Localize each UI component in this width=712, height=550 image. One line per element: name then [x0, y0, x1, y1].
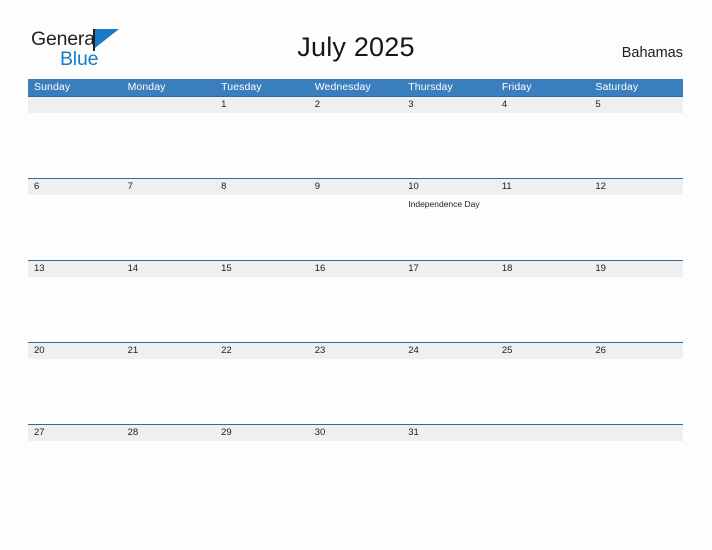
day-event[interactable] — [496, 359, 590, 424]
calendar-grid: Sunday Monday Tuesday Wednesday Thursday… — [28, 79, 683, 506]
day-number[interactable]: 4 — [496, 97, 590, 113]
day-event[interactable] — [309, 277, 403, 342]
day-event[interactable] — [496, 195, 590, 260]
day-event[interactable] — [215, 113, 309, 178]
day-event[interactable] — [28, 441, 122, 506]
weekday-header-sunday: Sunday — [34, 81, 71, 93]
weekday-header-saturday: Saturday — [595, 81, 639, 93]
day-number[interactable]: 14 — [122, 261, 216, 277]
day-event[interactable] — [589, 195, 683, 260]
week-day-number-band: 13 14 15 16 17 18 19 — [28, 261, 683, 277]
day-event[interactable] — [309, 441, 403, 506]
day-event[interactable] — [589, 277, 683, 342]
day-event[interactable] — [215, 441, 309, 506]
weekday-header-friday: Friday — [501, 81, 532, 93]
day-event[interactable] — [28, 359, 122, 424]
day-event[interactable] — [122, 359, 216, 424]
day-number[interactable]: 5 — [589, 97, 683, 113]
day-event[interactable] — [309, 359, 403, 424]
day-event[interactable] — [496, 113, 590, 178]
day-number[interactable]: 22 — [215, 343, 309, 359]
day-event[interactable] — [309, 195, 403, 260]
day-number[interactable]: 7 — [122, 179, 216, 195]
day-event[interactable] — [589, 113, 683, 178]
day-event[interactable] — [122, 277, 216, 342]
day-event[interactable] — [402, 359, 496, 424]
weekday-header-monday: Monday — [127, 81, 166, 93]
calendar-week-row: 27 28 29 30 31 — [28, 424, 683, 506]
day-number[interactable]: 30 — [309, 425, 403, 441]
day-number[interactable]: 10 — [402, 179, 496, 195]
day-number[interactable]: 17 — [402, 261, 496, 277]
day-event[interactable] — [28, 195, 122, 260]
day-event[interactable] — [215, 359, 309, 424]
country-label: Bahamas — [621, 45, 683, 61]
day-event[interactable] — [402, 113, 496, 178]
week-day-number-band: 1 2 3 4 5 — [28, 97, 683, 113]
day-number[interactable] — [122, 97, 216, 113]
day-number[interactable]: 6 — [28, 179, 122, 195]
day-number[interactable]: 25 — [496, 343, 590, 359]
day-number[interactable]: 8 — [215, 179, 309, 195]
day-number[interactable]: 31 — [402, 425, 496, 441]
day-event[interactable] — [589, 359, 683, 424]
day-number[interactable]: 16 — [309, 261, 403, 277]
day-event-independence-day[interactable]: Independence Day — [402, 195, 496, 260]
week-day-number-band: 27 28 29 30 31 — [28, 425, 683, 441]
day-number[interactable]: 27 — [28, 425, 122, 441]
weekday-header-row: Sunday Monday Tuesday Wednesday Thursday… — [28, 79, 683, 96]
week-day-number-band: 20 21 22 23 24 25 26 — [28, 343, 683, 359]
page-title: July 2025 — [297, 32, 415, 62]
calendar-week-row: 1 2 3 4 5 — [28, 96, 683, 178]
day-number[interactable]: 9 — [309, 179, 403, 195]
day-event[interactable] — [28, 277, 122, 342]
day-number[interactable]: 29 — [215, 425, 309, 441]
day-event[interactable] — [28, 113, 122, 178]
week-event-band — [28, 113, 683, 178]
week-event-band: Independence Day — [28, 195, 683, 260]
day-number[interactable]: 1 — [215, 97, 309, 113]
week-event-band — [28, 441, 683, 506]
day-number[interactable]: 18 — [496, 261, 590, 277]
day-number[interactable]: 2 — [309, 97, 403, 113]
weekday-header-tuesday: Tuesday — [221, 81, 262, 93]
weekday-header-thursday: Thursday — [408, 81, 453, 93]
day-number[interactable]: 20 — [28, 343, 122, 359]
calendar-week-row: 6 7 8 9 10 11 12 Independence Day — [28, 178, 683, 260]
day-number[interactable]: 15 — [215, 261, 309, 277]
day-event[interactable] — [122, 441, 216, 506]
day-event[interactable] — [215, 195, 309, 260]
day-number[interactable]: 23 — [309, 343, 403, 359]
day-number[interactable]: 19 — [589, 261, 683, 277]
day-event[interactable] — [402, 441, 496, 506]
day-event[interactable] — [496, 441, 590, 506]
page-header: General Blue July 2025 Bahamas — [0, 0, 712, 78]
day-event[interactable] — [589, 441, 683, 506]
day-number[interactable]: 24 — [402, 343, 496, 359]
day-event[interactable] — [122, 195, 216, 260]
day-number[interactable]: 11 — [496, 179, 590, 195]
calendar-week-row: 13 14 15 16 17 18 19 — [28, 260, 683, 342]
week-day-number-band: 6 7 8 9 10 11 12 — [28, 179, 683, 195]
day-number[interactable]: 13 — [28, 261, 122, 277]
day-number[interactable] — [496, 425, 590, 441]
day-event[interactable] — [402, 277, 496, 342]
calendar-week-row: 20 21 22 23 24 25 26 — [28, 342, 683, 424]
day-number[interactable]: 3 — [402, 97, 496, 113]
week-event-band — [28, 359, 683, 424]
weekday-header-wednesday: Wednesday — [314, 81, 371, 93]
day-event[interactable] — [215, 277, 309, 342]
day-event[interactable] — [309, 113, 403, 178]
day-event[interactable] — [496, 277, 590, 342]
day-number[interactable]: 12 — [589, 179, 683, 195]
day-event[interactable] — [122, 113, 216, 178]
day-number[interactable] — [589, 425, 683, 441]
day-number[interactable]: 21 — [122, 343, 216, 359]
week-event-band — [28, 277, 683, 342]
day-number[interactable]: 28 — [122, 425, 216, 441]
day-number[interactable]: 26 — [589, 343, 683, 359]
day-number[interactable] — [28, 97, 122, 113]
